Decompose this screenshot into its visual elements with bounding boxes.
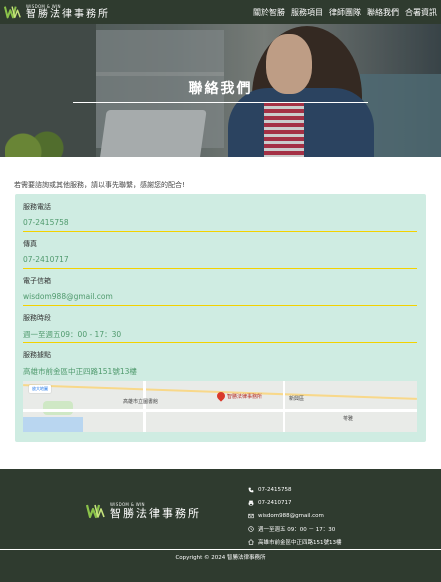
hours-value: 週一至週五09：00 - 17：30: [23, 330, 122, 339]
map-place-label: 新興區: [289, 396, 305, 402]
footer-brand-name-cn: 智勝法律事務所: [110, 507, 201, 520]
footer-phone-text: 07-2415758: [258, 486, 292, 493]
footer-email-text: wisdom988@gmail.com: [258, 512, 324, 519]
contact-info-card: 服務電話 07-2415758 傳真 07-2410717 電子信箱 wisdo…: [15, 194, 426, 442]
nav-joint-info[interactable]: 合署資訊: [405, 7, 437, 18]
footer-brand-text: WISDOM & WIN 智勝法律事務所: [110, 502, 201, 520]
page-title: 聯絡我們: [188, 81, 253, 97]
phone-icon: [248, 487, 254, 492]
copyright-text: Copyright © 2024 智勝法律事務所: [175, 555, 266, 561]
ww-logo-icon: [4, 6, 21, 19]
footer-address-text: 高雄市前金區中正四路151號13樓: [258, 539, 342, 546]
ww-logo-icon: [86, 504, 105, 519]
map-place-label: 高雄市立圖書館: [123, 399, 159, 405]
fax-value: 07-2410717: [23, 255, 69, 264]
nav-lawyers[interactable]: 律師團隊: [329, 7, 361, 18]
map-road: [143, 381, 146, 432]
footer-divider: [0, 549, 441, 550]
home-icon: [248, 538, 254, 545]
nav-services[interactable]: 服務項目: [291, 7, 323, 18]
hours-label: 服務時段: [23, 314, 51, 322]
clock-icon: [248, 525, 254, 532]
footer-phone[interactable]: 07-2415758: [248, 483, 342, 496]
brand-logo[interactable]: WISDOM & WIN 智勝法律事務所: [0, 3, 110, 20]
footer-contact-list: 07-2415758 07-2410717 wisdom988@gmail.co…: [248, 483, 342, 548]
address-value: 高雄市前金區中正四路151號13樓: [23, 367, 137, 376]
phone-value[interactable]: 07-2415758: [23, 218, 417, 227]
map-place-label: 苓雅: [343, 416, 354, 422]
contact-row-fax: 傳真 07-2410717: [23, 239, 417, 269]
contact-row-address: 服務據點 高雄市前金區中正四路151號13樓: [23, 350, 417, 376]
google-map-embed[interactable]: 放大地圖 高雄市立圖書館 新興區 苓雅 智勝法律事務所: [23, 381, 417, 432]
email-value[interactable]: wisdom988@gmail.com: [23, 292, 417, 301]
footer-hours-text: 週一至週五 09：00 － 17：30: [258, 526, 336, 533]
footer-fax-text: 07-2410717: [258, 499, 292, 506]
footer-address: 高雄市前金區中正四路151號13樓: [248, 535, 342, 548]
email-label: 電子信箱: [23, 277, 51, 285]
contact-row-phone: 服務電話 07-2415758: [23, 202, 417, 232]
map-road: [283, 381, 285, 432]
brand-name-en: WISDOM & WIN: [26, 3, 61, 9]
map-road: [23, 409, 417, 412]
map-park: [43, 401, 73, 415]
hero-divider: [73, 102, 368, 103]
footer-email[interactable]: wisdom988@gmail.com: [248, 509, 342, 522]
nav-about[interactable]: 關於智勝: [253, 7, 285, 18]
footer-logo[interactable]: WISDOM & WIN 智勝法律事務所: [86, 503, 201, 519]
address-label: 服務據點: [23, 351, 51, 359]
contact-row-hours: 服務時段 週一至週五09：00 - 17：30: [23, 313, 417, 343]
mail-icon: [248, 513, 254, 518]
footer-hours: 週一至週五 09：00 － 17：30: [248, 522, 342, 535]
map-enlarge-button[interactable]: 放大地圖: [29, 385, 51, 393]
map-water: [23, 417, 83, 432]
site-footer: WISDOM & WIN 智勝法律事務所 07-2415758 07-24107…: [0, 469, 441, 582]
brand-text: WISDOM & WIN 智勝法律事務所: [26, 3, 110, 20]
intro-text: 若需要諮詢或其他服務，請以事先聯繫，感謝您的配合!: [14, 181, 185, 189]
footer-fax: 07-2410717: [248, 496, 342, 509]
brand-name-cn: 智勝法律事務所: [26, 8, 110, 20]
main-menu: 關於智勝 服務項目 律師團隊 聯絡我們 合署資訊: [253, 7, 441, 18]
fax-label: 傳真: [23, 240, 37, 248]
footer-brand-name-en: WISDOM & WIN: [110, 502, 145, 507]
top-navbar: WISDOM & WIN 智勝法律事務所 關於智勝 服務項目 律師團隊 聯絡我們…: [0, 0, 441, 24]
hero-banner: 聯絡我們: [0, 24, 441, 157]
nav-contact[interactable]: 聯絡我們: [367, 7, 399, 18]
fax-icon: [248, 500, 254, 506]
phone-label: 服務電話: [23, 203, 51, 211]
contact-row-email: 電子信箱 wisdom988@gmail.com: [23, 276, 417, 306]
map-pin-label: 智勝法律事務所: [227, 394, 263, 400]
